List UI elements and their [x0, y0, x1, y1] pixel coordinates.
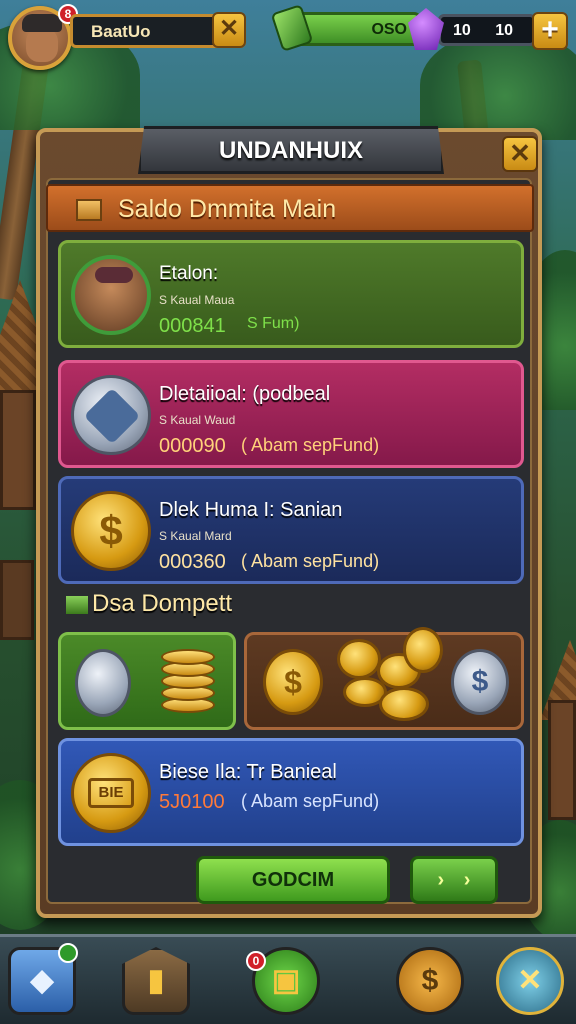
sword-icon: ✕: [517, 964, 543, 997]
card-subtitle: S Kaual Waud: [159, 413, 236, 427]
card-title: Biese Ila: Tr Banieal: [159, 761, 337, 783]
character-portrait-icon: [71, 255, 151, 335]
card-title: Etalon:: [159, 263, 219, 284]
card-amount: 5J0100: [159, 791, 225, 813]
card-note: ( Abam sepFund): [241, 791, 380, 811]
balance-card-main[interactable]: Etalon: S Kaual Maua 000841 S Fum): [58, 240, 524, 348]
next-arrow-button[interactable]: › ›: [410, 856, 498, 904]
card-amount: 000090: [159, 435, 226, 457]
wallet-slot-gold[interactable]: $ $: [244, 627, 524, 730]
bottom-nav: ◆ ▮ ▣ 0 $ ✕: [0, 934, 576, 1024]
silver-coin-icon: [71, 375, 151, 455]
chest-icon: [76, 199, 102, 221]
nav-shop-badge: 0: [246, 951, 266, 971]
nav-home-button[interactable]: ▮: [122, 947, 190, 1015]
balance-card-bonus[interactable]: Dletaiioal: (podbeal S Kaual Waud 000090…: [58, 360, 524, 468]
wallet-icon: [66, 595, 88, 614]
silver-coin-icon: [75, 649, 131, 717]
wallet-section-header: Dsa Dompett: [66, 590, 232, 618]
wallet-section-title: Dsa Dompett: [92, 590, 233, 617]
top-bar: 8 BaatUo ✕ OSO 10 10 +: [0, 0, 576, 86]
card-title: Dlek Huma I: Sanian: [159, 499, 343, 521]
card-amount: 000841: [159, 315, 226, 337]
coin-icon: $: [421, 964, 439, 997]
nav-coin-button[interactable]: $: [396, 947, 464, 1015]
balance-card-savings[interactable]: $ Dlek Huma I: Sanian S Kaual Mard 00036…: [58, 476, 524, 584]
coin-stack-icon: [161, 649, 215, 665]
wallet-panel: UNDANHUIX ✕ Saldo Dmmita Main Etalon: S …: [36, 126, 542, 918]
section-header: Saldo Dmmita Main: [46, 184, 534, 232]
card-amount: 000360: [159, 551, 226, 573]
wallet-slot-silver[interactable]: [58, 632, 236, 730]
nav-battle-button[interactable]: ✕: [496, 947, 564, 1015]
home-icon: ▮: [147, 964, 165, 997]
coin-pile-icon: [337, 639, 381, 679]
section-title: Saldo Dmmita Main: [118, 195, 337, 223]
silver-coin-icon: $: [451, 649, 509, 715]
card-note: ( Abam sepFund): [241, 551, 380, 571]
add-currency-button[interactable]: +: [532, 12, 568, 50]
wallet-card-bank[interactable]: BIE Biese Ila: Tr Banieal 5J0100 ( Abam …: [58, 738, 524, 846]
gold-coin-icon: $: [263, 649, 323, 715]
card-subtitle: S Kaual Maua: [159, 293, 235, 307]
card-title: Dletaiioal: (podbeal: [159, 383, 331, 405]
panel-close-button[interactable]: ✕: [502, 136, 538, 172]
card-note: S Fum): [247, 315, 300, 332]
gold-coin-icon: $: [71, 491, 151, 571]
gold-badge-icon: BIE: [71, 753, 151, 833]
panel-title: UNDANHUIX: [138, 126, 444, 174]
gem-counter: 10 10: [438, 14, 536, 46]
close-icon[interactable]: ✕: [212, 12, 246, 48]
card-note: ( Abam sepFund): [241, 435, 380, 455]
confirm-button[interactable]: GODCIM: [196, 856, 390, 904]
nav-notification-dot: [58, 943, 78, 963]
card-subtitle: S Kaual Mard: [159, 529, 232, 543]
